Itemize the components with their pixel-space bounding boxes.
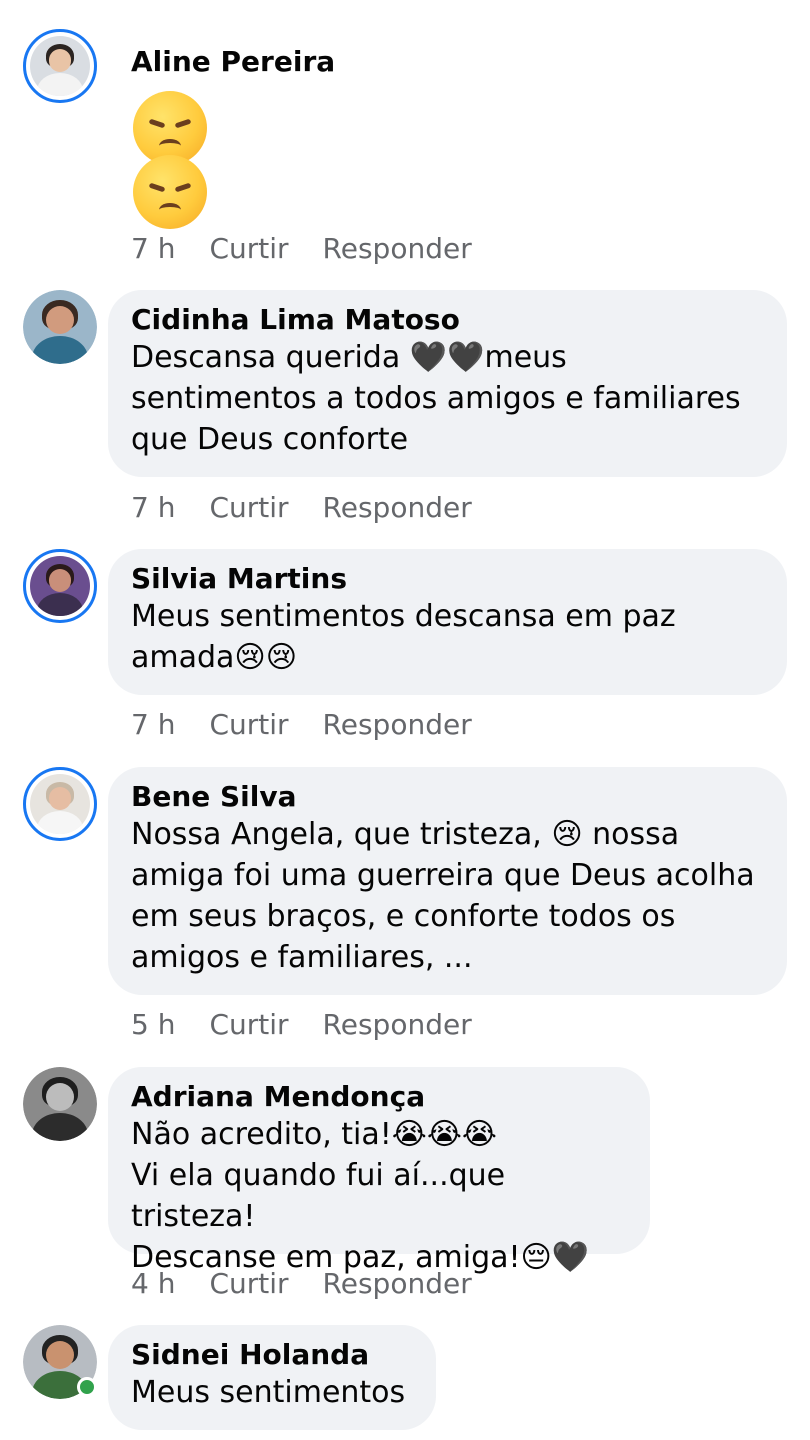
comment-author[interactable]: Adriana Mendonça bbox=[131, 1080, 628, 1114]
comment-actions: 7 h Curtir Responder bbox=[131, 232, 506, 266]
comment-author[interactable]: Cidinha Lima Matoso bbox=[131, 303, 765, 337]
reply-button[interactable]: Responder bbox=[323, 708, 472, 742]
comment-time: 7 h bbox=[131, 232, 176, 265]
comment-actions: 5 h Curtir Responder bbox=[131, 1008, 506, 1042]
comment-bubble: Cidinha Lima Matoso Descansa querida 🖤🖤m… bbox=[108, 290, 787, 477]
like-button[interactable]: Curtir bbox=[209, 708, 288, 742]
reply-button[interactable]: Responder bbox=[323, 232, 472, 266]
comment-text: Não acredito, tia!😭😭😭 Vi ela quando fui … bbox=[131, 1117, 590, 1275]
pensive-face-icon bbox=[133, 155, 207, 229]
emoji-stack bbox=[131, 91, 335, 229]
comment-time: 4 h bbox=[131, 1267, 176, 1300]
like-button[interactable]: Curtir bbox=[209, 491, 288, 525]
comment-actions: 7 h Curtir Responder bbox=[131, 708, 506, 742]
like-button[interactable]: Curtir bbox=[209, 1267, 288, 1301]
comment-text: Descansa querida 🖤🖤meus sentimentos a to… bbox=[131, 340, 741, 457]
comment-author[interactable]: Sidnei Holanda bbox=[131, 1338, 414, 1372]
avatar[interactable] bbox=[23, 290, 97, 364]
comment-actions: 4 h Curtir Responder bbox=[131, 1267, 506, 1301]
comment-time: 5 h bbox=[131, 1008, 176, 1041]
comment-time: 7 h bbox=[131, 708, 176, 741]
avatar[interactable] bbox=[23, 767, 97, 841]
online-status-icon bbox=[77, 1377, 97, 1397]
reply-button[interactable]: Responder bbox=[323, 491, 472, 525]
comment-bubble: Silvia Martins Meus sentimentos descansa… bbox=[108, 549, 787, 695]
comment-time: 7 h bbox=[131, 491, 176, 524]
reply-button[interactable]: Responder bbox=[323, 1267, 472, 1301]
avatar[interactable] bbox=[23, 1067, 97, 1141]
comment-bubble: Aline Pereira bbox=[108, 32, 357, 229]
comment-text: Nossa Angela, que tristeza, 😢 nossa amig… bbox=[131, 817, 755, 975]
comment-author[interactable]: Aline Pereira bbox=[131, 45, 335, 79]
like-button[interactable]: Curtir bbox=[209, 1008, 288, 1042]
like-button[interactable]: Curtir bbox=[209, 232, 288, 266]
pensive-face-icon bbox=[133, 91, 207, 165]
avatar[interactable] bbox=[23, 29, 97, 103]
reply-button[interactable]: Responder bbox=[323, 1008, 472, 1042]
comment-text: Meus sentimentos descansa em paz amada😢😢 bbox=[131, 599, 676, 675]
comment-bubble: Adriana Mendonça Não acredito, tia!😭😭😭 V… bbox=[108, 1067, 650, 1275]
comment-actions: 7 h Curtir Responder bbox=[131, 491, 506, 525]
comment-author[interactable]: Bene Silva bbox=[131, 780, 765, 814]
comment-bubble: Sidnei Holanda Meus sentimentos bbox=[108, 1325, 436, 1430]
comment-bubble: Bene Silva Nossa Angela, que tristeza, 😢… bbox=[108, 767, 787, 995]
avatar[interactable] bbox=[23, 549, 97, 623]
comment-text: Meus sentimentos bbox=[131, 1375, 406, 1410]
comment-author[interactable]: Silvia Martins bbox=[131, 562, 765, 596]
